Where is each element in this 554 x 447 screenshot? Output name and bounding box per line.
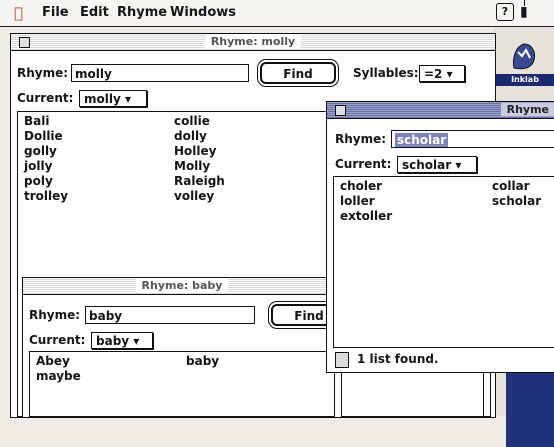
- rhyme-window-scholar: Rhyme Rhyme: scholar Current: scholar ▾ …: [326, 101, 554, 373]
- current-label: Current:: [29, 333, 86, 347]
- apple-menu-icon[interactable]: : [14, 4, 23, 22]
- list-item[interactable]: jolly: [24, 159, 68, 174]
- window-title-bar[interactable]: Rhyme: [327, 102, 554, 119]
- rhyme-list: Abey maybe baby: [29, 351, 335, 417]
- rhyme-list-column-1: Bali Dollie golly jolly poly trolley: [24, 114, 68, 204]
- rhyme-list-column-2: collar scholar: [492, 179, 541, 209]
- rhyme-label: Rhyme:: [335, 132, 387, 146]
- status-text: 1 list found.: [357, 352, 439, 366]
- list-item[interactable]: scholar: [492, 194, 541, 209]
- inklab-icon-label: Inklab: [496, 74, 554, 86]
- list-item[interactable]: golly: [24, 144, 68, 159]
- list-item[interactable]: collie: [174, 114, 225, 129]
- find-button[interactable]: Find: [260, 62, 336, 84]
- menu-windows[interactable]: Windows: [170, 5, 236, 20]
- rhyme-list-column-2: collie dolly Holley Molly Raleigh volley: [174, 114, 225, 204]
- list-item[interactable]: poly: [24, 174, 68, 189]
- menu-file[interactable]: File: [42, 5, 69, 20]
- list-item[interactable]: choler: [340, 179, 392, 194]
- rhyme-label: Rhyme:: [17, 66, 69, 80]
- list-item[interactable]: baby: [186, 354, 219, 369]
- rhyme-label: Rhyme:: [29, 308, 81, 322]
- rhyme-list-column-1: choler loller extoller: [340, 179, 392, 224]
- list-item[interactable]: maybe: [36, 369, 81, 384]
- list-item[interactable]: loller: [340, 194, 392, 209]
- list-item[interactable]: Dollie: [24, 129, 68, 144]
- list-item[interactable]: trolley: [24, 189, 68, 204]
- rhyme-list-column-1: Abey maybe: [36, 354, 81, 384]
- menu-edit[interactable]: Edit: [80, 5, 109, 20]
- list-item[interactable]: Holley: [174, 144, 225, 159]
- rhyme-window-baby: Rhyme: baby Rhyme: baby Find Current: ba…: [22, 277, 347, 418]
- syllables-popup[interactable]: =2 ▾: [419, 65, 465, 82]
- menu-bar:  File Edit Rhyme Windows ? ▮: [0, 0, 554, 27]
- list-item[interactable]: Abey: [36, 354, 81, 369]
- list-item[interactable]: Molly: [174, 159, 225, 174]
- list-item[interactable]: Bali: [24, 114, 68, 129]
- syllables-label: Syllables:: [353, 66, 419, 80]
- rhyme-list: choler loller extoller collar scholar: [333, 176, 554, 348]
- rhyme-input[interactable]: scholar: [391, 130, 554, 148]
- current-popup[interactable]: baby ▾: [91, 332, 153, 349]
- close-box-icon[interactable]: [335, 105, 346, 116]
- status-icon: [335, 352, 349, 368]
- list-item[interactable]: extoller: [340, 209, 392, 224]
- rhyme-input[interactable]: molly: [71, 64, 249, 82]
- window-title: Rhyme: [500, 103, 554, 116]
- list-item[interactable]: collar: [492, 179, 541, 194]
- inklab-icon[interactable]: [504, 38, 544, 74]
- current-label: Current:: [17, 91, 74, 105]
- menu-rhyme[interactable]: Rhyme: [117, 5, 167, 20]
- window-title: Rhyme: baby: [135, 279, 229, 292]
- list-item[interactable]: dolly: [174, 129, 225, 144]
- current-popup[interactable]: scholar ▾: [397, 156, 477, 173]
- rhyme-list-column-2: baby: [186, 354, 219, 369]
- rhyme-input[interactable]: baby: [85, 306, 255, 324]
- window-title-bar[interactable]: Rhyme: baby: [23, 278, 341, 295]
- current-label: Current:: [335, 157, 392, 171]
- current-popup[interactable]: molly ▾: [79, 90, 147, 107]
- window-title-bar[interactable]: Rhyme: molly: [11, 34, 495, 51]
- window-title: Rhyme: molly: [204, 35, 302, 48]
- close-box-icon[interactable]: [19, 37, 30, 48]
- help-icon[interactable]: ?: [496, 3, 514, 21]
- pointer-line: [524, 0, 525, 6]
- list-item[interactable]: volley: [174, 189, 225, 204]
- application-menu-icon[interactable]: ▮: [520, 3, 536, 21]
- rhyme-input-selected-text: scholar: [395, 133, 449, 147]
- list-item[interactable]: Raleigh: [174, 174, 225, 189]
